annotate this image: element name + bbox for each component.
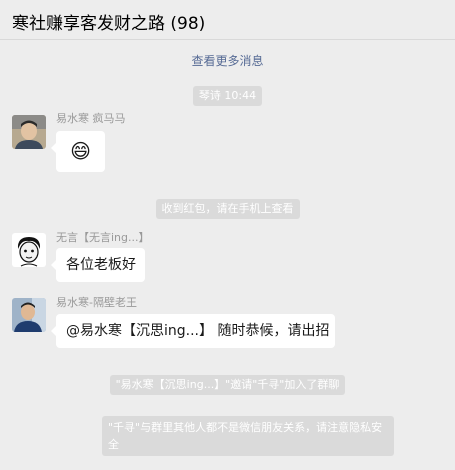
timestamp-text: 琴诗 10:44 <box>192 86 263 106</box>
user-avatar-photo-icon <box>12 298 46 332</box>
chat-header: 寒社赚享客发财之路 (98) <box>0 0 455 40</box>
message-bubble[interactable]: 😄 <box>51 131 105 172</box>
system-message: "易水寒【沉思ing...】"邀请"千寻"加入了群聊 <box>0 373 455 395</box>
sender-name: 无言【无言ing...】 <box>56 231 150 244</box>
system-message: 收到红包，请在手机上查看 <box>0 197 455 219</box>
avatar[interactable] <box>12 115 46 149</box>
red-packet-notice[interactable]: 收到红包，请在手机上查看 <box>155 199 300 219</box>
message-bubble[interactable]: @易水寒【沉思ing...】 随时恭候，请出招 <box>51 314 335 348</box>
view-more-messages-link[interactable]: 查看更多消息 <box>0 52 455 69</box>
privacy-notice: "千寻"与群里其他人都不是微信朋友关系，请注意隐私安全 <box>102 416 394 456</box>
message-bubble[interactable]: 各位老板好 <box>51 248 145 282</box>
avatar[interactable] <box>12 233 46 267</box>
user-avatar-photo-icon <box>12 115 46 149</box>
chat-title: 寒社赚享客发财之路 (98) <box>12 14 206 34</box>
sender-name: 易水寒 疯马马 <box>56 112 126 125</box>
cartoon-face-avatar-icon <box>12 233 46 267</box>
sender-name: 易水寒-隔壁老王 <box>56 296 137 309</box>
timestamp-divider: 琴诗 10:44 <box>0 84 455 106</box>
avatar[interactable] <box>12 298 46 332</box>
invite-notice: "易水寒【沉思ing...】"邀请"千寻"加入了群聊 <box>109 375 346 395</box>
